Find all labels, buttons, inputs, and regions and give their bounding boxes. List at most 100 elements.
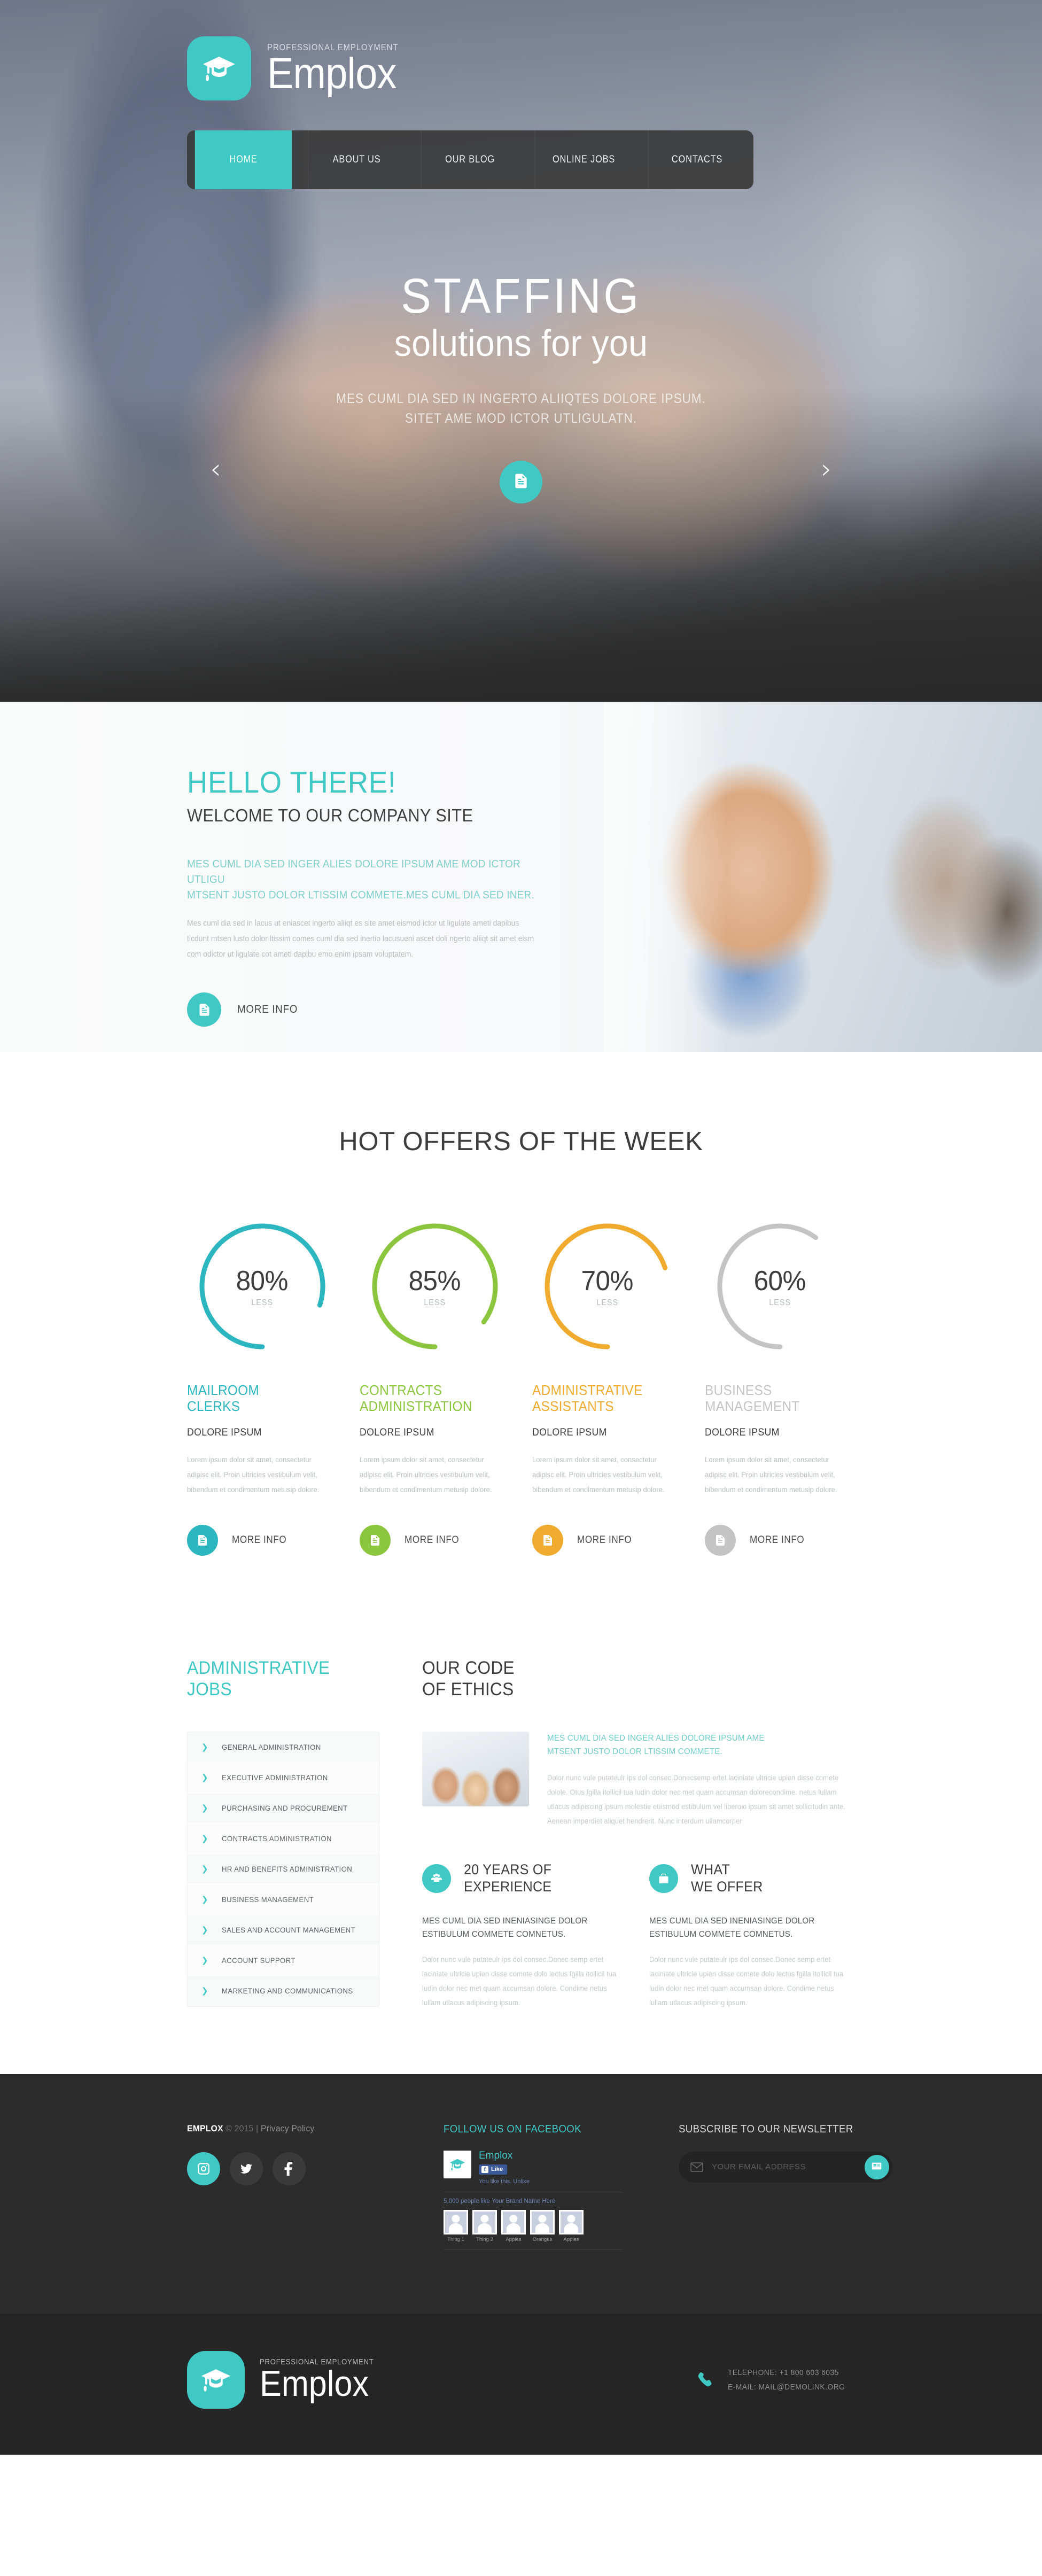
page-root: PROFESSIONAL EMPLOYMENT Emplox HOME ABOU…: [0, 0, 1042, 2455]
feature-lead-text: MES CUML DIA SED INENIASINGE DOLOR ESTIBU…: [649, 1916, 815, 1939]
footer-copyright-year: © 2015: [225, 2123, 254, 2133]
facebook-friend[interactable]: Apples: [559, 2209, 584, 2243]
avatar: [530, 2209, 555, 2234]
job-list-item-label: EXECUTIVE ADMINISTRATION: [222, 1773, 328, 1782]
chevron-right-icon: ❯: [201, 1955, 208, 1965]
job-list-item-label: BUSINESS MANAGEMENT: [222, 1895, 314, 1904]
footer-contact-info: TELEPHONE: +1 800 603 6035 E-MAIL: MAIL@…: [694, 2365, 855, 2394]
newsletter-form: [679, 2151, 892, 2183]
offer-title: MAILROOM CLERKS: [187, 1382, 260, 1415]
offer-description: Lorem ipsum dolor sit amet, consectetur …: [705, 1456, 837, 1494]
footer-brand-column: EMPLOX © 2015 | Privacy Policy: [187, 2123, 444, 2256]
welcome-more-info-label: MORE INFO: [237, 1003, 298, 1015]
chevron-right-icon: ❯: [201, 1894, 208, 1904]
administrative-jobs-list: ❯ GENERAL ADMINISTRATION ❯ EXECUTIVE ADM…: [187, 1731, 379, 2007]
site-logo[interactable]: PROFESSIONAL EMPLOYMENT Emplox: [187, 0, 855, 100]
progress-caption: LESS: [769, 1298, 791, 1307]
facebook-you-like-status: You like this. Unlike: [479, 2178, 530, 2185]
job-list-item-label: SALES AND ACCOUNT MANAGEMENT: [222, 1925, 355, 1934]
job-list-item[interactable]: ❯ EXECUTIVE ADMINISTRATION: [188, 1762, 379, 1793]
divider: [444, 2249, 623, 2250]
feature-lead-text: MES CUML DIA SED INENIASINGE DOLOR ESTIBU…: [422, 1916, 588, 1939]
newsletter-column: SUBSCRIBE TO OUR NEWSLETTER: [679, 2123, 892, 2256]
facebook-friend-thumbs: Thing 1 Thing 2 Apples Oranges Apples: [444, 2209, 623, 2243]
slider-next-arrow[interactable]: ›: [821, 455, 832, 483]
facebook-friend[interactable]: Thing 2: [472, 2209, 497, 2243]
welcome-subheading: WELCOME TO OUR COMPANY SITE: [187, 805, 473, 825]
facebook-friend-name: Oranges: [532, 2236, 553, 2243]
job-list-item-label: HR AND BENEFITS ADMINISTRATION: [222, 1864, 353, 1873]
progress-percent: 85%: [408, 1266, 461, 1297]
document-icon: [705, 1525, 736, 1556]
offer-subtitle: DOLORE IPSUM: [705, 1427, 780, 1439]
progress-percent: 60%: [753, 1266, 806, 1297]
avatar: [472, 2209, 497, 2234]
facebook-friend-name: Apples: [506, 2236, 522, 2243]
job-list-item[interactable]: ❯ CONTRACTS ADMINISTRATION: [188, 1823, 379, 1854]
hero-subtitle: solutions for you: [394, 322, 648, 364]
code-of-ethics-heading: OUR CODE OF ETHICS: [422, 1658, 515, 1700]
graduation-cap-icon: [187, 2350, 245, 2409]
ethics-lead-text: MES CUML DIA SED INGER ALIES DOLORE IPSU…: [547, 1733, 765, 1757]
document-icon: [360, 1525, 391, 1556]
avatar: [444, 2209, 468, 2234]
footer-logo[interactable]: PROFESSIONAL EMPLOYMENT Emplox: [187, 2350, 390, 2409]
offer-more-info-button[interactable]: MORE INFO: [187, 1525, 337, 1556]
hero-cta-button[interactable]: [500, 461, 542, 503]
job-list-item[interactable]: ❯ MARKETING AND COMMUNICATIONS: [188, 1975, 379, 2006]
chevron-right-icon: ❯: [201, 1833, 208, 1843]
twitter-icon[interactable]: [230, 2152, 263, 2185]
offer-more-info-label: MORE INFO: [405, 1534, 460, 1546]
offer-more-info-button[interactable]: MORE INFO: [705, 1525, 855, 1556]
facebook-brand-link[interactable]: Your Brand Name Here: [492, 2198, 555, 2205]
chevron-right-icon: ❯: [201, 1986, 208, 1996]
facebook-icon[interactable]: [273, 2152, 306, 2185]
feature-body-text: Dolor nunc vule putateulr ips dol consec…: [649, 1955, 844, 2007]
facebook-friend-name: Apples: [563, 2236, 579, 2243]
nav-item-contacts[interactable]: CONTACTS: [648, 130, 745, 189]
facebook-like-button[interactable]: f Like: [479, 2164, 508, 2175]
nav-item-about-us[interactable]: ABOUT US: [308, 130, 405, 189]
welcome-lead-text: MES CUML DIA SED INGER ALIES DOLORE IPSU…: [187, 858, 534, 901]
offer-more-info-label: MORE INFO: [750, 1534, 805, 1546]
job-list-item[interactable]: ❯ BUSINESS MANAGEMENT: [188, 1884, 379, 1915]
facebook-friend[interactable]: Oranges: [530, 2209, 555, 2243]
nav-item-online-jobs[interactable]: ONLINE JOBS: [534, 130, 632, 189]
job-list-item[interactable]: ❯ ACCOUNT SUPPORT: [188, 1945, 379, 1976]
offer-more-info-button[interactable]: MORE INFO: [532, 1525, 682, 1556]
newsletter-email-input[interactable]: [712, 2162, 865, 2172]
job-list-item[interactable]: ❯ GENERAL ADMINISTRATION: [188, 1732, 379, 1763]
welcome-more-info-button[interactable]: MORE INFO: [187, 992, 855, 1027]
progress-circle: 85% LESS: [368, 1220, 502, 1353]
nav-item-home[interactable]: HOME: [195, 130, 292, 189]
offer-card: 85% LESS CONTRACTS ADMINISTRATION DOLORE …: [360, 1220, 510, 1556]
document-icon: [512, 472, 530, 492]
facebook-friend[interactable]: Thing 1: [444, 2209, 468, 2243]
job-list-item[interactable]: ❯ HR AND BENEFITS ADMINISTRATION: [188, 1853, 379, 1884]
ethics-body-text: Dolor nunc vule putateulr ips dol consec…: [547, 1774, 845, 1826]
progress-caption: LESS: [424, 1298, 446, 1307]
facebook-friend[interactable]: Apples: [501, 2209, 526, 2243]
progress-caption: LESS: [251, 1298, 273, 1307]
footer-telephone: TELEPHONE: +1 800 603 6035: [727, 2368, 839, 2377]
offer-more-info-button[interactable]: MORE INFO: [360, 1525, 510, 1556]
newsletter-submit-button[interactable]: [865, 2154, 889, 2179]
hot-offers-grid: 80% LESS MAILROOM CLERKS DOLORE IPSUM Lor…: [187, 1220, 855, 1556]
progress-caption: LESS: [596, 1298, 618, 1307]
instagram-icon[interactable]: [187, 2152, 220, 2185]
feature-block: WHAT WE OFFER MES CUML DIA SED INENIASING…: [649, 1861, 855, 2009]
slider-prev-arrow[interactable]: ‹: [210, 455, 221, 483]
facebook-unlike-link[interactable]: Unlike: [513, 2178, 530, 2185]
footer-brand-title: Emplox: [260, 2363, 369, 2404]
welcome-body-text: Mes cuml dia sed in lacus ut eniascet in…: [187, 919, 534, 959]
job-list-item[interactable]: ❯ SALES AND ACCOUNT MANAGEMENT: [188, 1914, 379, 1945]
progress-percent: 70%: [581, 1266, 634, 1297]
footer-email: E-MAIL: MAIL@DEMOLINK.ORG: [727, 2382, 845, 2392]
main-navigation[interactable]: HOME ABOUT US OUR BLOG ONLINE JOBS CONTA…: [187, 130, 753, 189]
job-list-item[interactable]: ❯ PURCHASING AND PROCUREMENT: [188, 1793, 379, 1824]
nav-item-our-blog[interactable]: OUR BLOG: [421, 130, 518, 189]
offer-subtitle: DOLORE IPSUM: [187, 1427, 262, 1439]
facebook-page-widget: Emplox f Like You like this. Unlike 5,00…: [444, 2150, 623, 2250]
avatar: [559, 2209, 584, 2234]
privacy-policy-link[interactable]: Privacy Policy: [261, 2123, 315, 2133]
